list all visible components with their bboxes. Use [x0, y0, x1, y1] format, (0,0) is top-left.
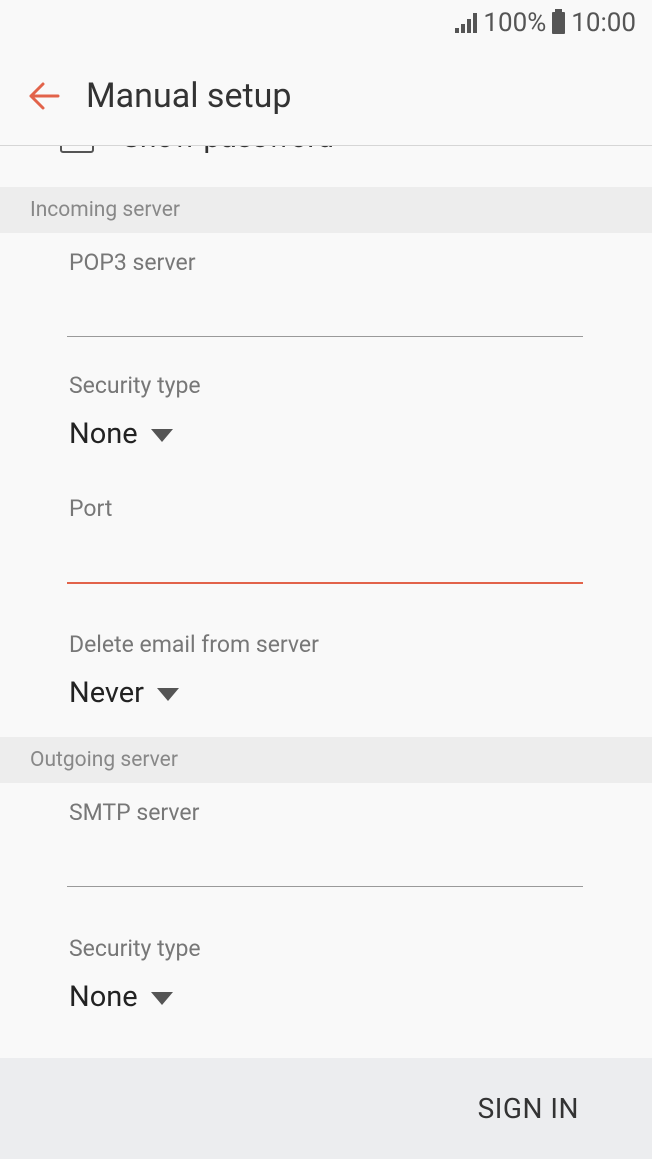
back-arrow-icon: [29, 82, 60, 109]
sign-in-button[interactable]: SIGN IN: [478, 1092, 579, 1125]
page-title: Manual setup: [86, 75, 292, 116]
outgoing-security-type-label: Security type: [69, 935, 201, 962]
pop3-server-input[interactable]: [67, 294, 583, 334]
dropdown-arrow-icon: [150, 991, 173, 1005]
outgoing-security-type-value: None: [69, 980, 138, 1014]
delete-email-label: Delete email from server: [69, 631, 319, 658]
incoming-security-type-label: Security type: [69, 372, 201, 399]
incoming-server-header: Incoming server: [0, 187, 652, 233]
pop3-server-label: POP3 server: [69, 249, 196, 276]
show-password-label: Show password: [122, 146, 334, 155]
port-input[interactable]: [67, 540, 583, 580]
incoming-security-type-value: None: [69, 417, 138, 451]
port-label: Port: [69, 495, 113, 522]
smtp-server-underline: [67, 886, 583, 887]
delete-email-value: Never: [69, 676, 144, 710]
battery-icon: [552, 9, 566, 34]
signal-icon: [455, 13, 478, 33]
outgoing-security-type-dropdown[interactable]: None: [69, 980, 173, 1014]
bottom-action-bar: SIGN IN: [0, 1058, 652, 1159]
smtp-server-label: SMTP server: [69, 799, 200, 826]
form-scroll-area[interactable]: Show password Incoming server POP3 serve…: [0, 146, 652, 1058]
status-bar: 100% 10:00: [0, 0, 652, 46]
show-password-row[interactable]: Show password: [60, 146, 334, 155]
dropdown-arrow-icon: [156, 687, 179, 701]
smtp-server-input[interactable]: [67, 844, 583, 884]
dropdown-arrow-icon: [150, 428, 173, 442]
port-underline: [67, 582, 583, 584]
clock: 10:00: [571, 8, 636, 38]
app-bar: Manual setup: [0, 46, 652, 146]
back-button[interactable]: [0, 46, 88, 146]
show-password-checkbox[interactable]: [60, 146, 94, 153]
battery-percent: 100%: [483, 8, 547, 38]
delete-email-dropdown[interactable]: Never: [69, 676, 179, 710]
pop3-server-underline: [67, 336, 583, 337]
outgoing-server-header: Outgoing server: [0, 737, 652, 783]
incoming-security-type-dropdown[interactable]: None: [69, 417, 173, 451]
